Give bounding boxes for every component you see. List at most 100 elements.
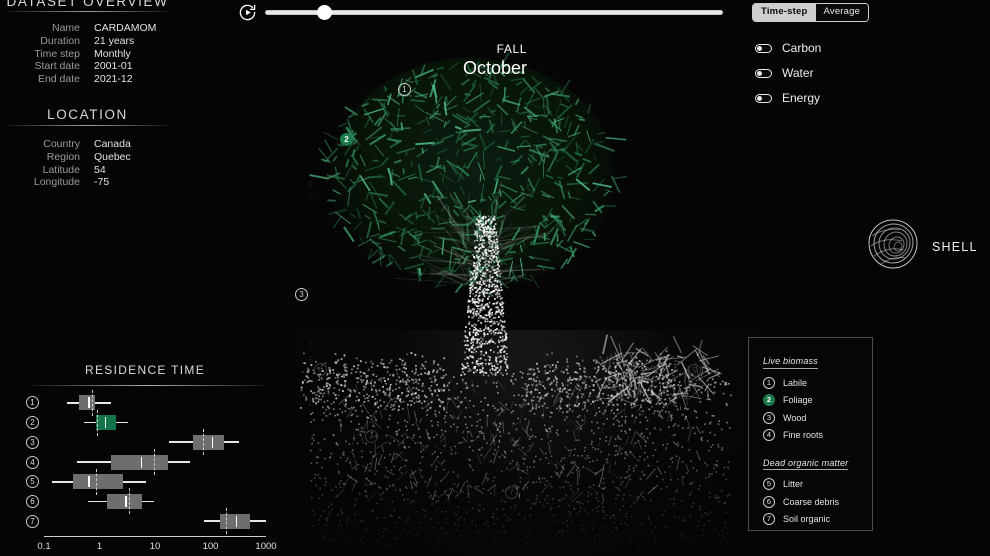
pool-marker-2[interactable]: 2 [340,133,353,146]
dataset-field-value: 2021-12 [94,73,133,85]
ghost-number: 1 [308,398,313,408]
legend-item-labile[interactable]: 1Labile [763,377,872,389]
legend-item-label: Labile [783,378,807,388]
legend-item-label: Soil organic [783,514,830,524]
timeline-slider[interactable] [265,10,723,15]
pool-marker-7[interactable]: 7 [505,486,518,499]
shell-spiral-icon [866,218,920,275]
pool-marker-4[interactable]: 4 [365,430,378,443]
boxplot-mean-line [226,508,227,534]
mode-option-average[interactable]: Average [816,4,869,21]
location-divider [4,125,172,126]
shell-button-label: SHELL [932,240,978,254]
layer-toggle-label: Carbon [782,41,821,55]
application-root: DATASET OVERVIEW Name CARDAMOM Duration 21 … [0,0,990,556]
boxplot-median-tick [141,457,143,468]
mode-segmented-control[interactable]: Time-step Average [752,3,869,22]
layer-toggle-carbon[interactable]: Carbon [755,41,821,55]
layer-toggle-label: Energy [782,91,820,105]
location-title: LOCATION [0,107,175,122]
boxplot-row-label-5[interactable]: 5 [26,475,39,488]
residence-time-divider [28,385,268,386]
shell-button[interactable]: SHELL › [866,218,990,275]
month-label: October [463,58,527,79]
location-field-value: Quebec [94,151,131,163]
legend-item-label: Coarse debris [783,497,839,507]
pool-marker-6[interactable]: 6 [314,363,327,376]
legend-number-badge: 7 [763,513,775,525]
mode-option-time-step[interactable]: Time-step [753,4,816,21]
location-field-key: Country [0,138,80,150]
legend-item-coarse-debris[interactable]: 6 Coarse debris [763,496,872,508]
legend-item-litter[interactable]: 5 Litter [763,478,872,490]
dataset-field-key: Duration [0,35,80,47]
residence-time-plot [44,393,266,531]
legend-item-label: Wood [783,413,806,423]
legend-item-foliage[interactable]: 2Foliage [763,394,872,406]
legend-group-title: Live biomass [763,356,818,369]
dataset-field-value: 2001-01 [94,60,133,72]
boxplot-row-label-2[interactable]: 2 [26,416,39,429]
location-field-value: -75 [94,176,109,188]
dataset-field-value: 21 years [94,35,134,47]
legend-item-wood[interactable]: 3 Wood [763,412,872,424]
boxplot-median-tick [125,496,127,507]
location-field-key: Latitude [0,164,80,176]
ghost-number: 3 [308,338,313,348]
dataset-field-key: Time step [0,48,80,60]
boxplot-box[interactable] [111,455,168,470]
boxplot-median-tick [236,516,238,527]
layer-toggle-water[interactable]: Water [755,66,814,80]
dataset-overview-divider [4,11,172,12]
legend-number-badge: 3 [763,412,775,424]
boxplot-box[interactable] [73,474,123,489]
boxplot-mean-line [129,488,130,514]
boxplot-mean-line [92,390,93,416]
legend-number-badge: 5 [763,478,775,490]
legend-number-badge: 6 [763,496,775,508]
legend-item-soil-organic[interactable]: 7 Soil organic [763,513,872,525]
x-axis-tick-label: 100 [203,541,219,552]
boxplot-row-label-1[interactable]: 1 [26,396,39,409]
boxplot-box[interactable] [193,435,224,450]
pool-marker-1[interactable]: 1 [398,83,411,96]
boxplot-mean-line [97,410,98,436]
boxplot-mean-line [96,469,97,495]
dataset-overview-title: DATASET OVERVIEW [0,0,175,9]
replay-icon[interactable] [238,3,257,22]
boxplot-median-tick [88,397,90,408]
legend-item-fine-roots[interactable]: 4Fine roots [763,429,872,441]
location-field-value: 54 [94,164,106,176]
pool-marker-5[interactable]: 5 [688,364,701,377]
boxplot-mean-line [154,449,155,475]
boxplot-row-label-7[interactable]: 7 [26,515,39,528]
x-axis-tick-label: 1000 [255,541,276,552]
layer-toggle-energy[interactable]: Energy [755,91,820,105]
legend-item-label: Fine roots [783,430,823,440]
boxplot-row-label-3[interactable]: 3 [26,436,39,449]
boxplot-median-tick [105,417,107,428]
legend-item-label: Litter [783,479,803,489]
x-axis-tick-label: 1 [97,541,102,552]
boxplot-row-label-6[interactable]: 6 [26,495,39,508]
pool-marker-3[interactable]: 3 [295,288,308,301]
dataset-field-key: End date [0,73,80,85]
boxplot-median-tick [88,476,90,487]
legend-group-title: Dead organic matter [763,458,848,471]
residence-time-title: RESIDENCE TIME [0,363,290,377]
pool-legend-panel: Live biomass 1Labile 2Foliage 3 Wood 4Fine ro… [748,337,873,531]
x-axis-tick-label: 10 [150,541,161,552]
legend-item-label: Foliage [783,395,813,405]
dataset-field-value: CARDAMOM [94,22,156,34]
dataset-field-value: Monthly [94,48,131,60]
ghost-number: 7 [308,194,313,204]
dataset-field-key: Name [0,22,80,34]
boxplot-mean-line [203,429,204,455]
timeline-slider-handle[interactable] [317,5,332,20]
tree-particles [300,30,760,550]
boxplot-row-label-4[interactable]: 4 [26,456,39,469]
layer-toggle-label: Water [782,66,814,80]
x-axis-tick-label: 0.1 [37,541,50,552]
residence-time-axis [44,536,266,537]
residence-time-chart: RESIDENCE TIME 0.1 1 10 100 1000 1 2 3 4 5 6 7 [0,363,290,556]
